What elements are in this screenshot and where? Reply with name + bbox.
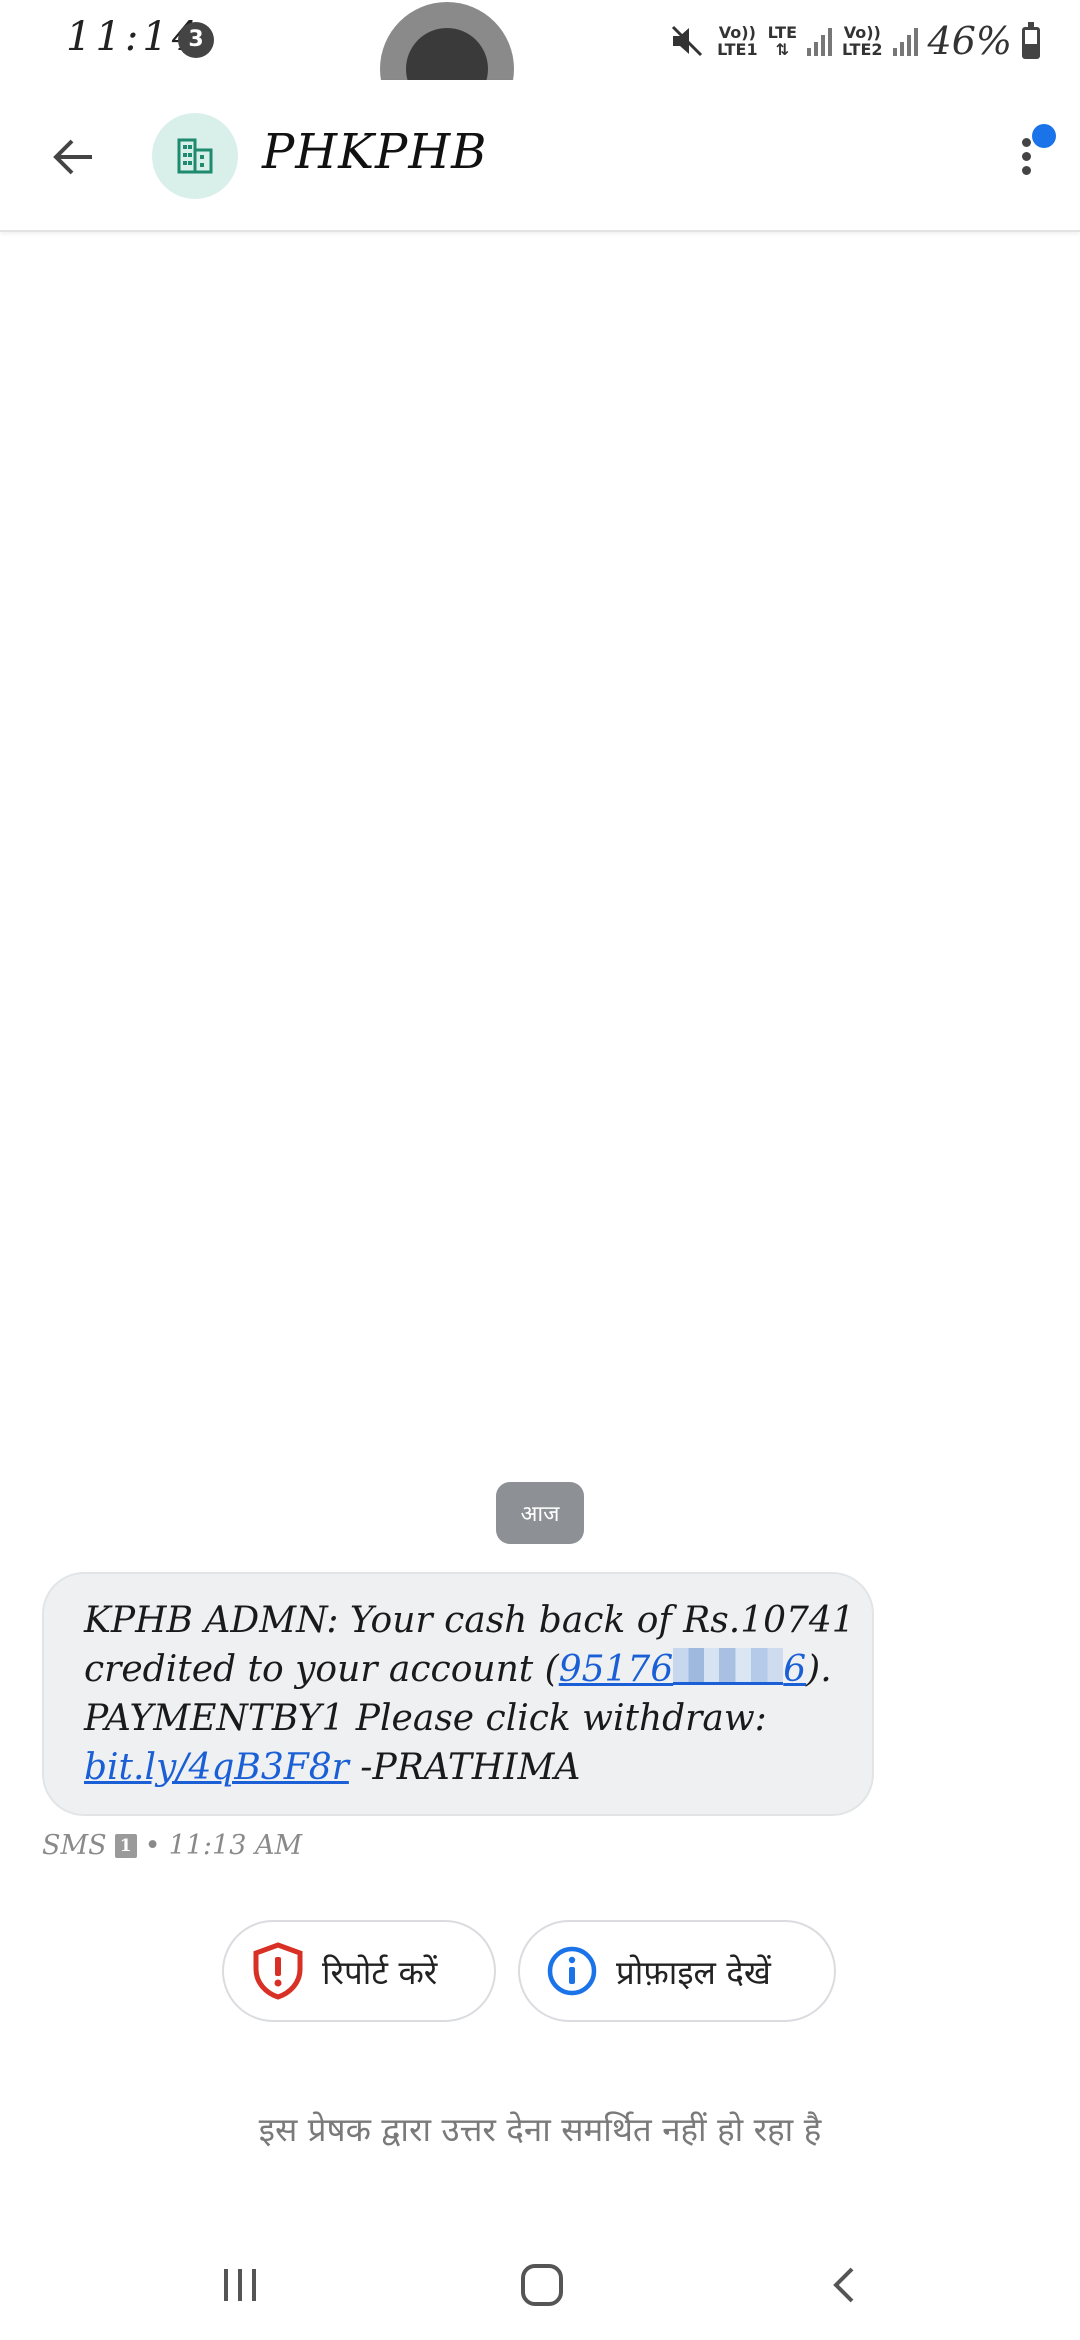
battery-icon: [1022, 22, 1040, 59]
report-label: रिपोर्ट करें: [322, 1952, 438, 1992]
account-number-link[interactable]: 95176 6: [558, 1648, 807, 1690]
view-profile-button[interactable]: प्रोफ़ाइल देखें: [518, 1920, 836, 2022]
battery-level-fill: [1025, 44, 1037, 56]
menu-dot: [1022, 138, 1031, 147]
message-text: ).: [806, 1649, 832, 1690]
sim-indicator: 1: [114, 1833, 137, 1858]
system-navigation-bar: [0, 2230, 1080, 2340]
lte-label: LTE: [767, 23, 797, 42]
message-signature: -PRATHIMA: [348, 1747, 581, 1788]
view-profile-label: प्रोफ़ाइल देखें: [616, 1952, 771, 1992]
sim1-lte-label: LTE1: [717, 40, 758, 59]
lte-data-indicator: LTE ⇅: [768, 24, 797, 58]
conversation-header: PHKPHB: [0, 80, 1080, 232]
info-icon: [546, 1945, 598, 1997]
recents-button[interactable]: [200, 2250, 280, 2320]
message-time: 11:13 AM: [168, 1830, 303, 1861]
message-meta: SMS 1 • 11:13 AM: [42, 1830, 302, 1861]
recents-icon: [224, 2269, 256, 2301]
arrow-back-icon: [53, 139, 92, 175]
account-number-suffix: 6: [783, 1649, 807, 1690]
sim1-signal-icon: [807, 26, 832, 56]
sim1-volte-indicator: Vo)) LTE1: [717, 24, 758, 58]
shield-alert-icon: [252, 1942, 304, 2000]
short-url-link[interactable]: bit.ly/4qB3F8r: [84, 1747, 349, 1788]
menu-dot: [1022, 152, 1031, 161]
report-button[interactable]: रिपोर्ट करें: [222, 1920, 496, 2022]
sim2-signal-icon: [892, 26, 918, 56]
sim2-volte-label: Vo)): [843, 23, 881, 42]
account-number-visible: 95176: [558, 1649, 674, 1690]
received-message-bubble[interactable]: KPHB ADMN: Your cash back of Rs.10741 cr…: [42, 1572, 874, 1816]
status-icons: Vo)) LTE1 LTE ⇅ Vo)) LTE2 46%: [667, 16, 1040, 66]
message-line-3: PAYMENTBY1 Please click withdraw:: [84, 1698, 767, 1739]
date-separator-chip: आज: [496, 1482, 584, 1544]
menu-notification-badge: [1032, 124, 1056, 148]
message-type: SMS: [42, 1830, 107, 1861]
mute-icon: [667, 21, 707, 61]
data-arrows-icon: ⇅: [775, 40, 789, 59]
messages-screen: 11:14 3 Vo)) LTE1 LTE ⇅ Vo)) LTE2 46% PH…: [0, 0, 1080, 2340]
business-building-icon: [177, 138, 213, 174]
redacted-digits: [673, 1648, 784, 1685]
conversation-title[interactable]: PHKPHB: [262, 124, 487, 180]
reply-not-supported-note: इस प्रेषक द्वारा उत्तर देना समर्थित नहीं…: [258, 2110, 822, 2149]
home-button[interactable]: [502, 2250, 582, 2320]
home-icon: [521, 2264, 563, 2306]
message-text: credited to your account (: [84, 1649, 559, 1690]
sim1-volte-label: Vo)): [718, 23, 756, 42]
sim2-volte-indicator: Vo)) LTE2: [842, 24, 883, 58]
back-button[interactable]: [38, 122, 108, 192]
status-bar: 11:14 3 Vo)) LTE1 LTE ⇅ Vo)) LTE2 46%: [0, 0, 1080, 80]
battery-percent: 46%: [927, 19, 1012, 63]
message-line-1: KPHB ADMN: Your cash back of Rs.10741: [84, 1600, 855, 1641]
menu-dot: [1022, 166, 1031, 175]
meta-separator: •: [144, 1830, 161, 1861]
nav-back-button[interactable]: [804, 2250, 884, 2320]
message-line-4: bit.ly/4qB3F8r -PRATHIMA: [84, 1743, 836, 1792]
sim2-lte-label: LTE2: [842, 40, 883, 59]
notification-count-badge: 3: [178, 22, 214, 58]
overflow-menu-button[interactable]: [996, 120, 1056, 190]
contact-avatar[interactable]: [152, 113, 238, 199]
message-line-2: credited to your account (95176 6).: [84, 1645, 836, 1694]
back-chevron-icon: [833, 2267, 854, 2303]
